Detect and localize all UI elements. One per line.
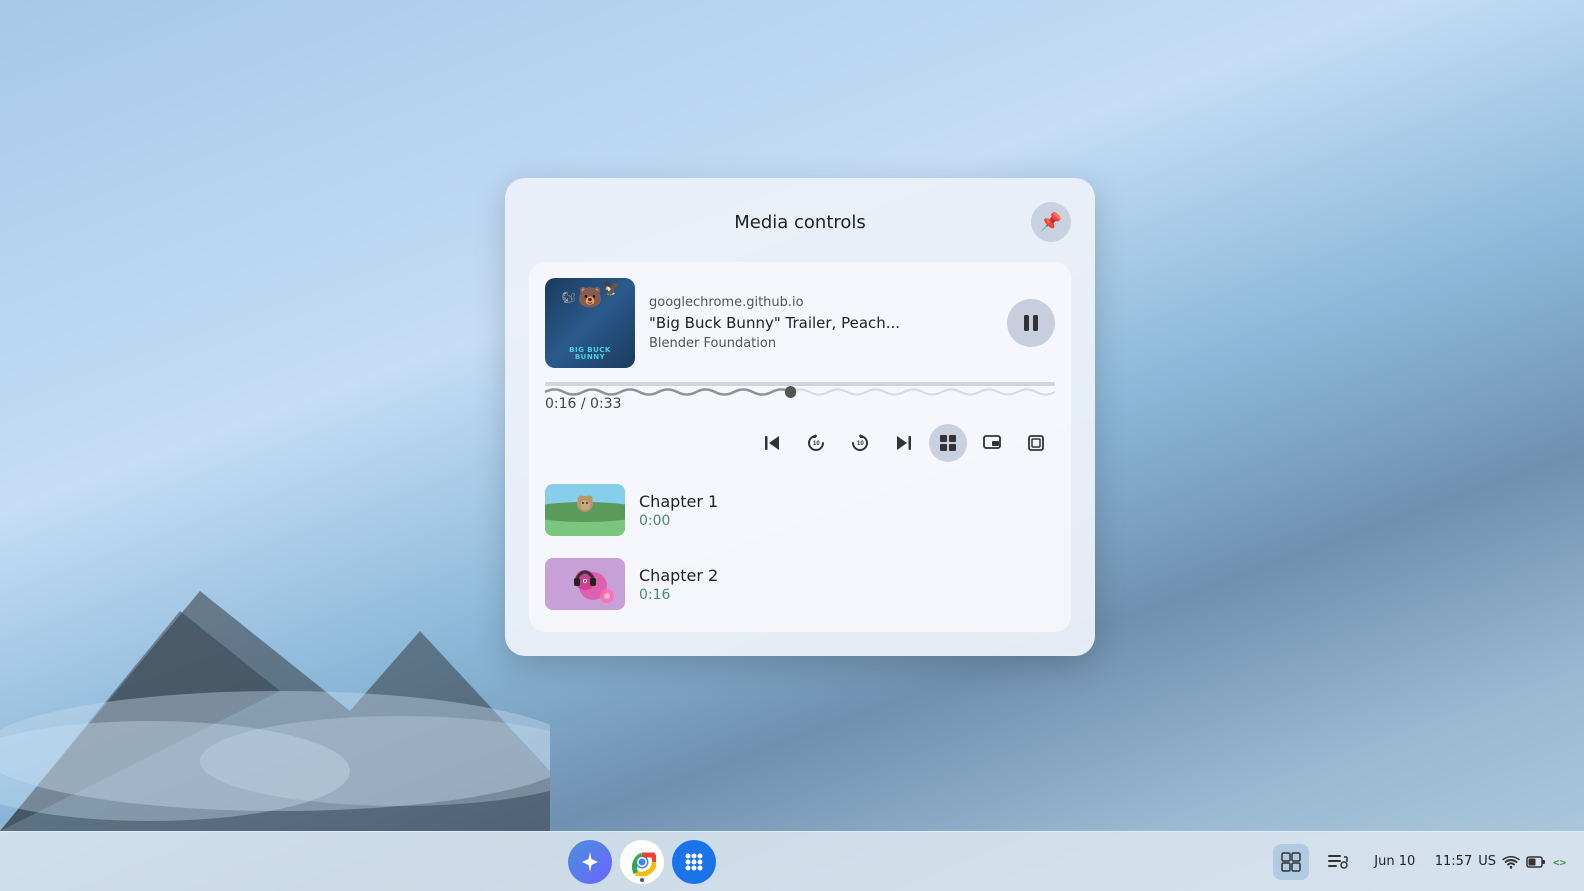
chapter-2-name: Chapter 2 bbox=[639, 566, 1055, 585]
panel-title: Media controls bbox=[569, 212, 1031, 233]
media-title: "Big Buck Bunny" Trailer, Peach... bbox=[649, 314, 993, 332]
chapter-1-thumbnail bbox=[545, 484, 625, 536]
pip-button[interactable] bbox=[973, 424, 1011, 462]
battery-icon bbox=[1526, 853, 1546, 871]
taskbar: Jun 10 11:57 US <> bbox=[0, 831, 1584, 891]
mountain-silhouette bbox=[0, 511, 550, 831]
chapter-list: Chapter 1 0:00 bbox=[545, 478, 1055, 616]
progress-container[interactable]: 0:16 / 0:33 bbox=[545, 382, 1055, 412]
taskbar-apps bbox=[12, 840, 1273, 884]
progress-bar[interactable] bbox=[545, 382, 1055, 386]
taskbar-time-status[interactable]: 11:57 US <> bbox=[1435, 853, 1572, 871]
playlist-icon bbox=[938, 433, 958, 453]
apps-launcher-icon[interactable] bbox=[672, 840, 716, 884]
forward-10-icon: 10 bbox=[850, 433, 870, 453]
media-thumbnail: 🐻 🦅 🐿 BIG BUCKBUNNY bbox=[545, 278, 635, 368]
chapter-item-1[interactable]: Chapter 1 0:00 bbox=[545, 478, 1055, 542]
panel-header: Media controls 📌 bbox=[529, 202, 1071, 242]
thumbnail-title: BIG BUCKBUNNY bbox=[545, 347, 635, 362]
chapter-1-name: Chapter 1 bbox=[639, 492, 1055, 511]
wave-svg bbox=[545, 382, 1055, 402]
svg-text:10: 10 bbox=[857, 441, 864, 447]
region-display: US bbox=[1478, 854, 1496, 869]
media-info-row: 🐻 🦅 🐿 BIG BUCKBUNNY googlechrome.github.… bbox=[545, 278, 1055, 368]
taskbar-date[interactable]: Jun 10 bbox=[1365, 854, 1425, 869]
playlist-button[interactable] bbox=[929, 424, 967, 462]
fullscreen-button[interactable] bbox=[1017, 424, 1055, 462]
skip-to-start-icon bbox=[763, 434, 781, 452]
date-display: Jun 10 bbox=[1374, 854, 1415, 869]
replay-10-button[interactable]: 10 bbox=[797, 424, 835, 462]
media-queue-icon bbox=[1280, 851, 1302, 873]
pause-icon bbox=[1021, 313, 1041, 333]
wifi-icon bbox=[1502, 853, 1520, 871]
media-source: googlechrome.github.io bbox=[649, 295, 993, 310]
media-controls-panel: Media controls 📌 🐻 🦅 🐿 BIG BUCKBUNNY goo… bbox=[505, 178, 1095, 656]
media-card: 🐻 🦅 🐿 BIG BUCKBUNNY googlechrome.github.… bbox=[529, 262, 1071, 632]
svg-text:10: 10 bbox=[813, 441, 820, 447]
grid-icon bbox=[683, 851, 705, 873]
chapter-1-time: 0:00 bbox=[639, 513, 1055, 529]
svg-text:<>: <> bbox=[1553, 856, 1567, 869]
sparkle-icon bbox=[578, 850, 602, 874]
chapter-2-info: Chapter 2 0:16 bbox=[639, 566, 1055, 603]
chapter-1-info: Chapter 1 0:00 bbox=[639, 492, 1055, 529]
controls-row: 10 10 bbox=[545, 424, 1055, 462]
launcher-icon[interactable] bbox=[568, 840, 612, 884]
fullscreen-icon bbox=[1026, 433, 1046, 453]
replay-10-icon: 10 bbox=[806, 433, 826, 453]
chapter-1-scene bbox=[545, 484, 625, 536]
taskbar-playlist-icon[interactable] bbox=[1319, 844, 1355, 880]
skip-to-end-icon bbox=[895, 434, 913, 452]
skip-to-end-button[interactable] bbox=[885, 424, 923, 462]
chapter-2-thumbnail bbox=[545, 558, 625, 610]
music-list-icon bbox=[1326, 851, 1348, 873]
pin-button[interactable]: 📌 bbox=[1031, 202, 1071, 242]
chrome-icon[interactable] bbox=[620, 840, 664, 884]
chapter-2-time: 0:16 bbox=[639, 587, 1055, 603]
taskbar-media-icon[interactable] bbox=[1273, 844, 1309, 880]
taskbar-status-area: Jun 10 11:57 US <> bbox=[1273, 844, 1572, 880]
chapter-item-2[interactable]: Chapter 2 0:16 bbox=[545, 552, 1055, 616]
media-artist: Blender Foundation bbox=[649, 336, 993, 351]
forward-10-button[interactable]: 10 bbox=[841, 424, 879, 462]
time-display: 11:57 bbox=[1435, 854, 1472, 869]
chrome-active-dot bbox=[640, 878, 644, 882]
pause-button[interactable] bbox=[1007, 299, 1055, 347]
media-text-info: googlechrome.github.io "Big Buck Bunny" … bbox=[649, 295, 993, 351]
chapter-2-scene bbox=[545, 558, 625, 610]
chrome-browser-icon bbox=[628, 848, 656, 876]
skip-to-start-button[interactable] bbox=[753, 424, 791, 462]
dev-tools-icon: <> bbox=[1552, 853, 1572, 871]
pip-icon bbox=[982, 433, 1002, 453]
